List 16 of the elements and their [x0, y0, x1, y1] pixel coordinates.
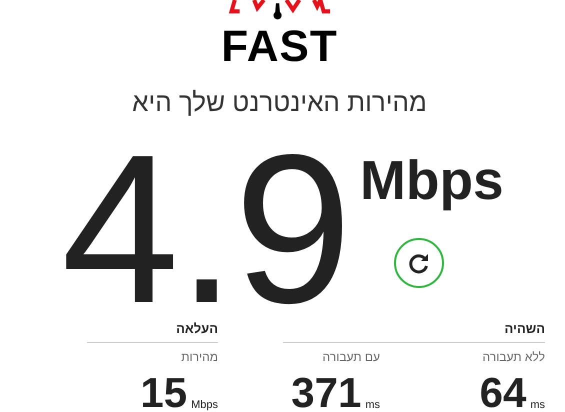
section-title: השהיה	[283, 321, 545, 343]
metric-label: עם תעבורה	[322, 350, 380, 364]
refresh-button[interactable]	[394, 238, 444, 288]
metric-unit: ms	[530, 398, 545, 412]
metric-label: ללא תעבורה	[482, 350, 545, 364]
metric-unit: Mbps	[191, 398, 218, 412]
metric-label: מהירות	[181, 350, 218, 364]
speed-value: 4.9	[61, 149, 350, 309]
metric-value: 15	[140, 374, 188, 412]
speed-heading: מהירות האינטרנט שלך היא	[132, 89, 427, 115]
metric-unit: ms	[365, 398, 380, 412]
section-title: העלאה	[87, 321, 218, 343]
speed-unit: Mbps	[360, 153, 504, 208]
metric-value: 371	[291, 374, 362, 412]
logo-wordmark: FAST	[221, 27, 338, 67]
metric-value: 64	[480, 374, 526, 412]
